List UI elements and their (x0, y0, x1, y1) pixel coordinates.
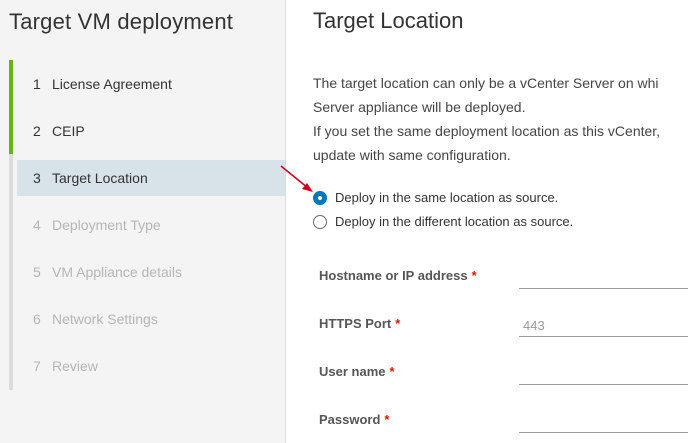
step-number: 3 (33, 170, 41, 186)
step-number: 5 (33, 264, 41, 280)
required-marker: * (389, 364, 395, 379)
description-line: If you set the same deployment location … (313, 123, 661, 139)
required-marker: * (471, 268, 477, 283)
hostname-input[interactable] (519, 267, 688, 289)
step-ceip[interactable]: 2 CEIP (17, 113, 285, 149)
description-line: Server appliance will be deployed. (313, 99, 526, 115)
step-network-settings: 6 Network Settings (17, 301, 285, 337)
radio-unchecked-icon[interactable] (313, 214, 327, 229)
step-label: Deployment Type (52, 217, 161, 233)
annotation-arrow-icon (280, 165, 313, 192)
step-number: 4 (33, 217, 41, 233)
password-label: Password * (319, 412, 390, 427)
https-port-label: HTTPS Port * (319, 316, 401, 331)
step-number: 1 (33, 76, 41, 92)
step-review: 7 Review (17, 348, 285, 384)
wizard-sidebar: Target VM deployment 1 License Agreement… (0, 0, 286, 443)
required-marker: * (384, 412, 390, 427)
step-label: License Agreement (52, 76, 172, 92)
description-text: The target location can only be a vCente… (313, 71, 688, 167)
step-vm-appliance-details: 5 VM Appliance details (17, 254, 285, 290)
step-label: Review (52, 358, 98, 374)
step-label: Network Settings (52, 311, 158, 327)
step-license-agreement[interactable]: 1 License Agreement (17, 66, 285, 102)
step-target-location[interactable]: 3 Target Location (17, 160, 285, 196)
page-title: Target Location (313, 8, 464, 33)
required-marker: * (395, 316, 401, 331)
step-deployment-type: 4 Deployment Type (17, 207, 285, 243)
description-line: The target location can only be a vCente… (313, 75, 659, 91)
wizard-main-panel: Target Location The target location can … (287, 0, 688, 443)
username-label: User name * (319, 364, 395, 379)
description-line: update with same configuration. (313, 147, 511, 163)
step-progress-completed (9, 60, 13, 154)
password-input[interactable] (519, 411, 688, 433)
https-port-input[interactable] (519, 315, 688, 337)
step-number: 2 (33, 123, 41, 139)
step-number: 6 (33, 311, 41, 327)
wizard-window: Target VM deployment 1 License Agreement… (0, 0, 688, 443)
radio-same-location[interactable]: Deploy in the same location as source. (313, 190, 558, 205)
step-number: 7 (33, 358, 41, 374)
step-label: CEIP (52, 123, 85, 139)
step-label: Target Location (52, 170, 148, 186)
wizard-title: Target VM deployment (9, 9, 234, 34)
radio-label: Deploy in the same location as source. (335, 190, 559, 205)
step-label: VM Appliance details (52, 264, 182, 280)
hostname-label: Hostname or IP address * (319, 268, 477, 283)
radio-different-location[interactable]: Deploy in the different location as sour… (313, 214, 573, 229)
username-input[interactable] (519, 363, 688, 385)
radio-label: Deploy in the different location as sour… (335, 214, 574, 229)
